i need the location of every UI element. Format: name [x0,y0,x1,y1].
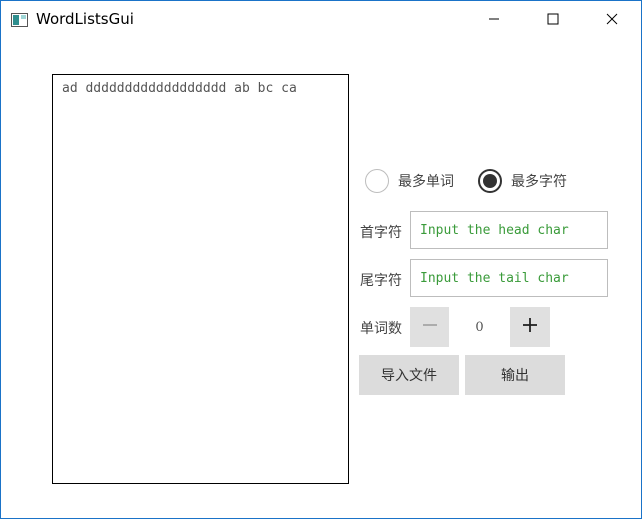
maximize-icon [547,10,559,29]
word-list-text: ad dddddddddddddddddd ab bc ca [62,81,297,96]
head-char-label: 首字符 [360,225,402,241]
app-window: WordListsGui ad dddddddddddddddddd ab bc… [0,0,642,519]
minimize-icon [488,10,500,29]
window-title: WordListsGui [36,10,134,28]
plus-icon [522,317,538,337]
head-char-field[interactable] [410,211,608,249]
increment-button[interactable] [510,307,550,347]
minimize-button[interactable] [471,1,517,37]
app-window-icon [11,12,28,27]
minus-icon [422,317,438,337]
maximize-button[interactable] [530,1,576,37]
close-button[interactable] [589,1,635,37]
word-count-stepper: 0 [410,307,550,347]
word-count-value[interactable]: 0 [449,307,510,347]
radio-most-chars-label: 最多字符 [511,174,567,190]
radio-unchecked-icon [365,169,389,193]
word-count-label: 单词数 [360,321,402,337]
word-list-textarea[interactable]: ad dddddddddddddddddd ab bc ca [52,74,349,484]
radio-most-chars[interactable]: 最多字符 [478,169,567,193]
output-button[interactable]: 输出 [465,355,565,395]
close-icon [606,10,618,29]
radio-most-words-label: 最多单词 [398,174,454,190]
decrement-button[interactable] [410,307,449,347]
tail-char-label: 尾字符 [360,273,402,289]
radio-most-words[interactable]: 最多单词 [365,169,454,193]
tail-char-field[interactable] [410,259,608,297]
title-bar[interactable]: WordListsGui [1,1,641,37]
import-file-button[interactable]: 导入文件 [359,355,459,395]
head-char-input[interactable] [420,212,600,248]
radio-checked-icon [478,169,502,193]
tail-char-input[interactable] [420,260,600,296]
